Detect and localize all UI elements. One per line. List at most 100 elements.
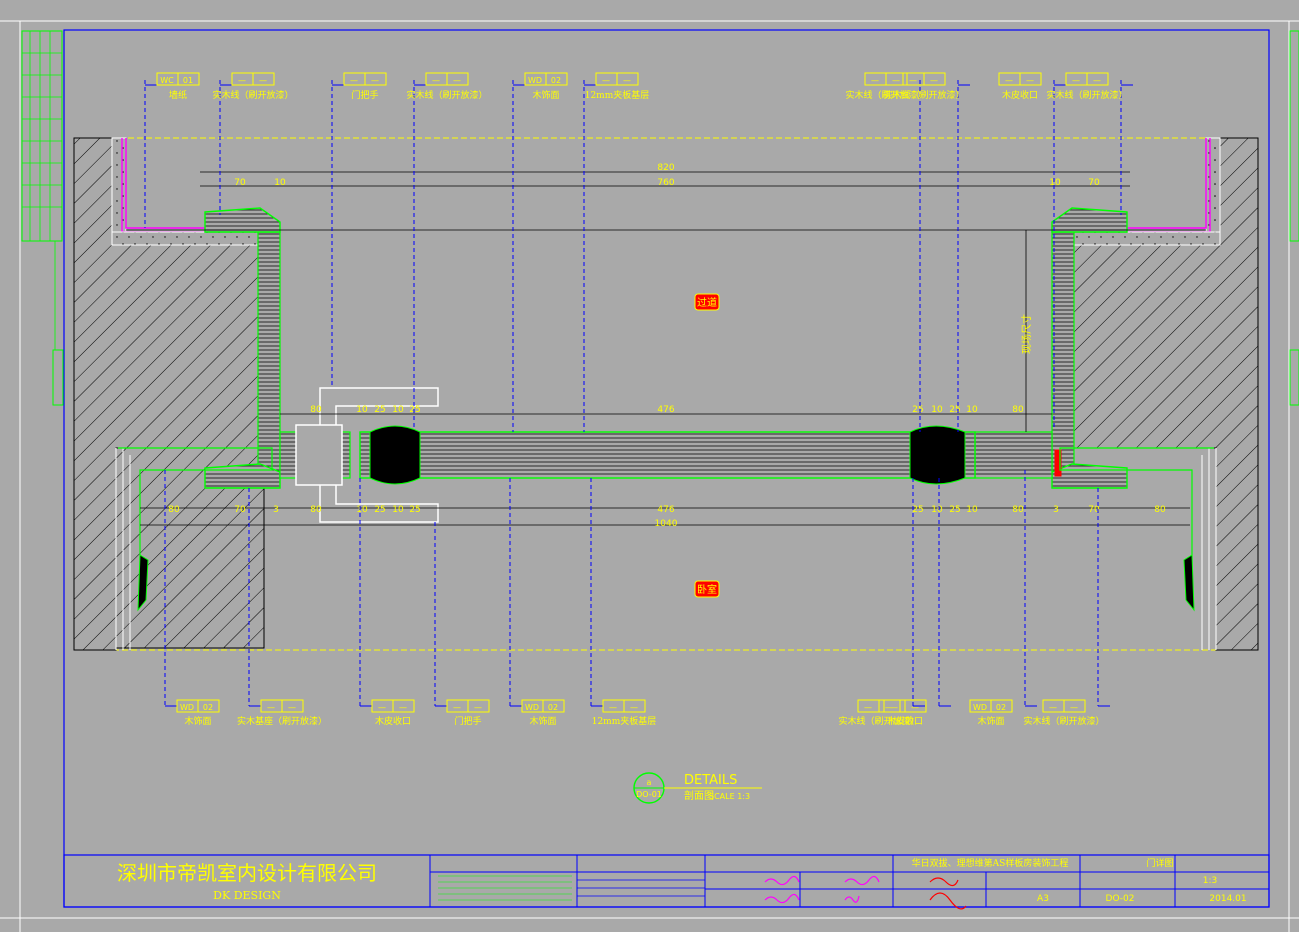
- dim-bot-left: 70: [234, 505, 246, 515]
- callout-code: —: [238, 76, 246, 85]
- callout-label: 木饰面: [532, 89, 559, 101]
- callout-number: 02: [548, 703, 558, 712]
- callout-number: —: [371, 76, 379, 85]
- dim-top-total: 820: [657, 163, 674, 173]
- callout-number: —: [630, 703, 638, 712]
- drawing-name: 门详图: [1146, 857, 1173, 869]
- room-tag-top: 过道: [694, 293, 720, 311]
- dim-mid-bottom: 25: [374, 505, 385, 515]
- svg-text:过道: 过道: [697, 296, 717, 309]
- callout-top: WC 01 墙纸: [144, 72, 200, 228]
- dim-mid-bottom: 10: [356, 505, 368, 515]
- dim-bot-right: 3: [1053, 505, 1059, 515]
- dim-mid-top: 476: [657, 405, 674, 415]
- callout-number: 02: [203, 703, 213, 712]
- dim-mid-top: 25: [949, 405, 960, 415]
- dim-mid-top: 80: [1012, 405, 1024, 415]
- svg-text:DO-01: DO-01: [636, 790, 662, 799]
- dim-mid-bottom: 476: [657, 505, 674, 515]
- dim-mid-bottom: 25: [949, 505, 960, 515]
- callout-code: —: [890, 703, 898, 712]
- dim-mid-top: 10: [966, 405, 978, 415]
- callout-code: WC: [160, 76, 174, 85]
- callout-top: — — 12mm夹板基层: [583, 72, 649, 432]
- callout-code: WD: [528, 76, 542, 85]
- callouts-top: WC 01 墙纸 — — 实木线（刷开放漆） — — 门把手 — — 实木线（刷开放漆） WD 02 木饰面…: [144, 72, 1133, 432]
- callout-label: 木皮收口: [375, 715, 411, 727]
- callout-number: —: [1026, 76, 1034, 85]
- callout-number: —: [288, 703, 296, 712]
- callout-top: — — 门把手: [331, 72, 387, 388]
- dim-bot-left: 80: [168, 505, 180, 515]
- dim-mid-bottom: 80: [310, 505, 322, 515]
- callout-number: 02: [551, 76, 561, 85]
- dim-bot-right: 80: [1154, 505, 1166, 515]
- door-detail-drawing: 820 760 70 10 10 70 80 10 25 10 25 476 2…: [0, 20, 1299, 932]
- callout-bottom: — — 12mm夹板基层: [590, 478, 657, 727]
- dim-bot-total: 1040: [655, 519, 678, 529]
- callout-label: 实木线（刷开放漆）: [1046, 89, 1127, 101]
- callout-label: 木饰面: [977, 715, 1004, 727]
- callout-label: 木饰面: [529, 715, 556, 727]
- callout-number: —: [623, 76, 631, 85]
- callout-number: —: [1070, 703, 1078, 712]
- dim-mid-top: 25: [912, 405, 923, 415]
- callout-top: — — 实木线（刷开放漆）: [1046, 72, 1133, 215]
- paper-size: A3: [1037, 894, 1049, 904]
- callout-code: WD: [180, 703, 194, 712]
- callout-label: 木皮收口: [1002, 89, 1038, 101]
- callout-code: —: [1072, 76, 1080, 85]
- callout-top: — —实木线（刷开放漆）: [406, 72, 488, 430]
- callout-bottom: — —实木线（刷开放漆）: [1023, 488, 1110, 727]
- dim-top-right-b: 70: [1088, 178, 1100, 188]
- svg-text:a: a: [647, 778, 652, 787]
- callout-code: —: [909, 76, 917, 85]
- callout-code: —: [602, 76, 610, 85]
- callout-label: 门把手: [454, 715, 481, 727]
- callout-bottom: WD 02 木饰面: [969, 470, 1037, 727]
- callout-code: —: [609, 703, 617, 712]
- details-title: DETAILS: [684, 773, 737, 788]
- callout-top: WD 02 木饰面: [512, 72, 568, 432]
- callout-bottom: — —实木线（刷开放漆）: [838, 478, 925, 727]
- dim-mid-top: 25: [409, 405, 420, 415]
- project-name: 华日双拔、理想维第AS样板房装饰工程: [912, 857, 1069, 869]
- callout-label: 实木线（刷开放漆）: [883, 89, 964, 101]
- callout-code: —: [378, 703, 386, 712]
- dim-mid-bottom: 80: [1012, 505, 1024, 515]
- title-block: 深圳市帝凯室内设计有限公司 DK DESIGN 华日双拔、理想维第AS样板房装饰…: [63, 854, 1270, 910]
- callout-label: 实木线（刷开放漆）: [406, 89, 487, 101]
- callout-code: WD: [525, 703, 539, 712]
- dim-bot-left: 3: [273, 505, 279, 515]
- callout-top: — —实木线（刷开放漆）: [845, 72, 932, 432]
- details-label: a DO-01 DETAILS 剖面图 SCALE 1:3: [633, 772, 762, 804]
- callout-label: 实木线（刷开放漆）: [1023, 715, 1104, 727]
- callout-number: —: [259, 76, 267, 85]
- door-leaf: [359, 425, 976, 485]
- date-value: 2014.01: [1209, 894, 1246, 904]
- callout-label: 实木基座（刷开放漆）: [237, 715, 327, 727]
- callout-label: 12mm夹板基层: [592, 715, 657, 727]
- dimensions-top: 820 760 70 10 10 70: [234, 163, 1100, 188]
- callout-code: —: [864, 703, 872, 712]
- callout-code: WD: [973, 703, 987, 712]
- callout-bottom: — — 门把手: [434, 522, 490, 727]
- callout-number: —: [911, 703, 919, 712]
- dimensions-middle-bottom: 80 10 25 10 25 476 25 10 25 10 80 1040 8…: [168, 505, 1166, 529]
- callout-code: —: [871, 76, 879, 85]
- callout-label: 实木线（刷开放漆）: [212, 89, 293, 101]
- callout-number: —: [1093, 76, 1101, 85]
- callout-code: —: [432, 76, 440, 85]
- callout-number: —: [399, 703, 407, 712]
- dim-top-inner: 760: [657, 178, 674, 188]
- callout-number: 02: [996, 703, 1006, 712]
- dim-mid-bottom: 10: [966, 505, 978, 515]
- callout-code: —: [453, 703, 461, 712]
- dim-mid-bottom: 25: [912, 505, 923, 515]
- callout-number: —: [930, 76, 938, 85]
- callout-code: —: [1005, 76, 1013, 85]
- signature-marks: [764, 875, 967, 910]
- dim-mid-top: 10: [392, 405, 404, 415]
- drawing-number: DO-02: [1106, 894, 1135, 904]
- callout-label: 木皮收口: [887, 715, 923, 727]
